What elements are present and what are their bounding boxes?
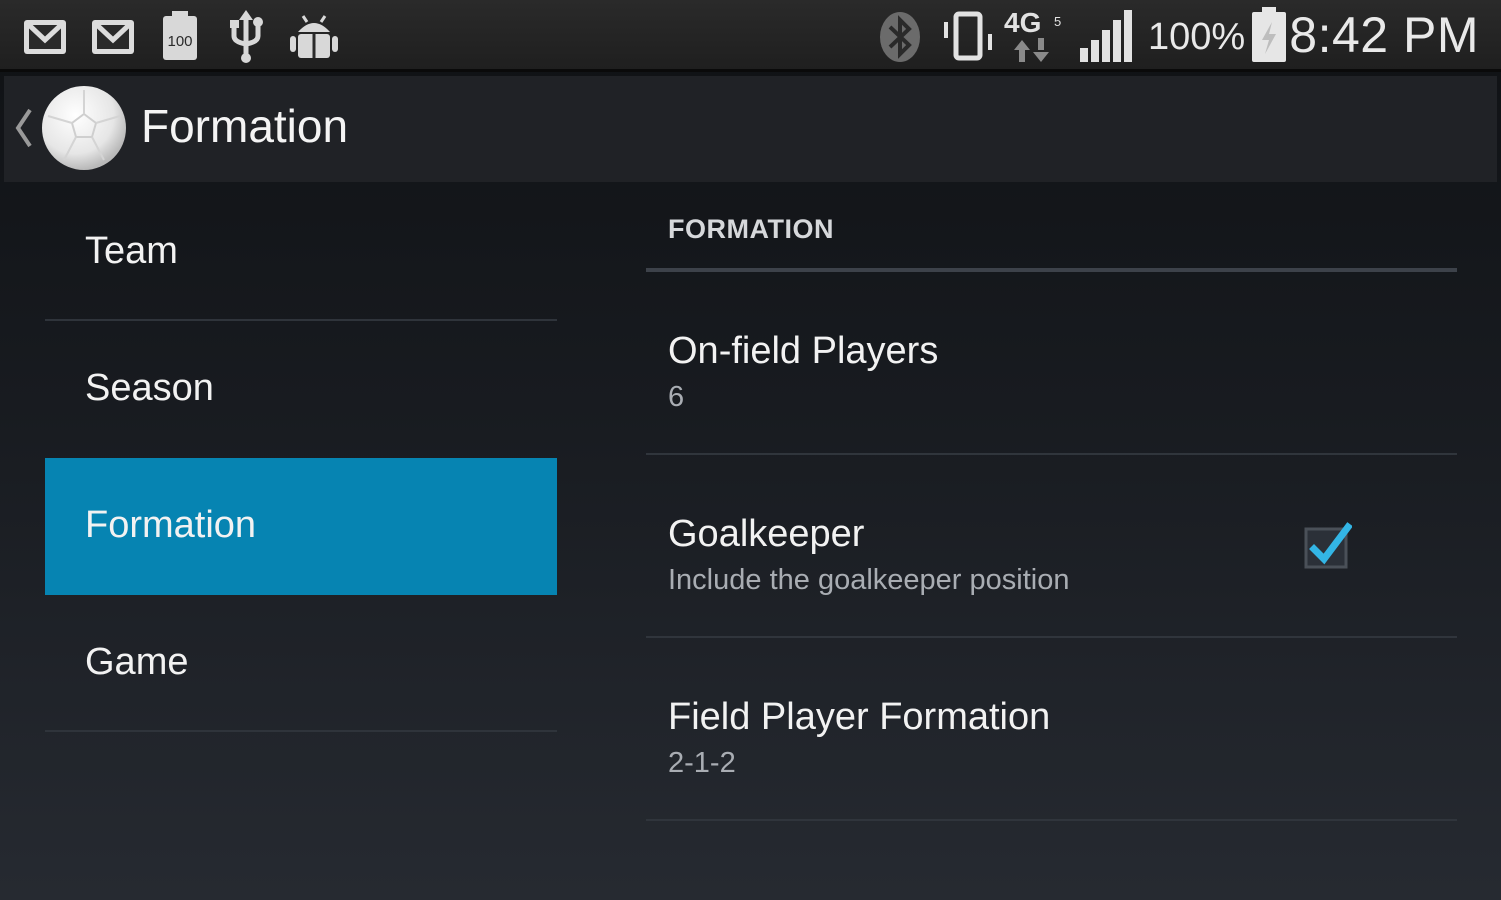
- header-item-label: Season: [85, 367, 214, 409]
- svg-text:4G: 4G: [1004, 7, 1041, 38]
- header-item-label: Game: [85, 641, 189, 683]
- preference-category-header: FORMATION: [646, 184, 1457, 272]
- pref-on-field-players[interactable]: On-field Players 6: [646, 272, 1457, 455]
- up-chevron-icon[interactable]: [14, 108, 34, 148]
- header-item-game[interactable]: Game: [45, 595, 557, 732]
- header-item-team[interactable]: Team: [45, 184, 557, 321]
- pref-summary: 6: [668, 381, 685, 413]
- page-title: Formation: [141, 100, 349, 152]
- vibrate-icon: [944, 11, 992, 61]
- gmail-icon: [92, 20, 134, 54]
- pref-goalkeeper[interactable]: Goalkeeper Include the goalkeeper positi…: [646, 455, 1457, 638]
- svg-text:5: 5: [1054, 14, 1061, 29]
- gmail-icon: [24, 20, 66, 54]
- android-debug-icon: [290, 15, 338, 58]
- goalkeeper-checkbox[interactable]: [1302, 521, 1352, 571]
- pref-title: On-field Players: [668, 330, 939, 372]
- signal-strength-icon: [1080, 10, 1132, 62]
- battery-100-notification-icon: 100: [163, 11, 197, 60]
- usb-icon: [230, 10, 263, 63]
- status-bar: 100 4G 5 100% 8:42 PM: [0, 0, 1501, 72]
- battery-charging-icon: [1252, 7, 1286, 62]
- 4g-data-icon: 4G 5: [1004, 7, 1061, 62]
- battery-percent: 100%: [1148, 16, 1246, 58]
- pref-summary: 2-1-2: [668, 747, 736, 779]
- header-item-label: Formation: [85, 504, 257, 546]
- pref-field-player-formation[interactable]: Field Player Formation 2-1-2: [646, 638, 1457, 821]
- header-item-label: Team: [85, 230, 178, 272]
- bluetooth-icon: [880, 12, 920, 62]
- svg-text:100: 100: [167, 33, 192, 50]
- header-item-formation[interactable]: Formation: [45, 458, 557, 595]
- headers-list: Team Season Formation Game: [45, 184, 557, 732]
- preferences-panel: FORMATION On-field Players 6 Goalkeeper …: [646, 184, 1457, 821]
- action-bar: Formation: [4, 76, 1497, 182]
- pref-title: Field Player Formation: [668, 696, 1051, 738]
- clock: 8:42 PM: [1289, 7, 1479, 63]
- header-item-season[interactable]: Season: [45, 321, 557, 458]
- category-title: FORMATION: [668, 214, 834, 244]
- pref-summary: Include the goalkeeper position: [668, 564, 1070, 596]
- soccer-ball-logo[interactable]: [40, 84, 128, 172]
- pref-title: Goalkeeper: [668, 513, 865, 555]
